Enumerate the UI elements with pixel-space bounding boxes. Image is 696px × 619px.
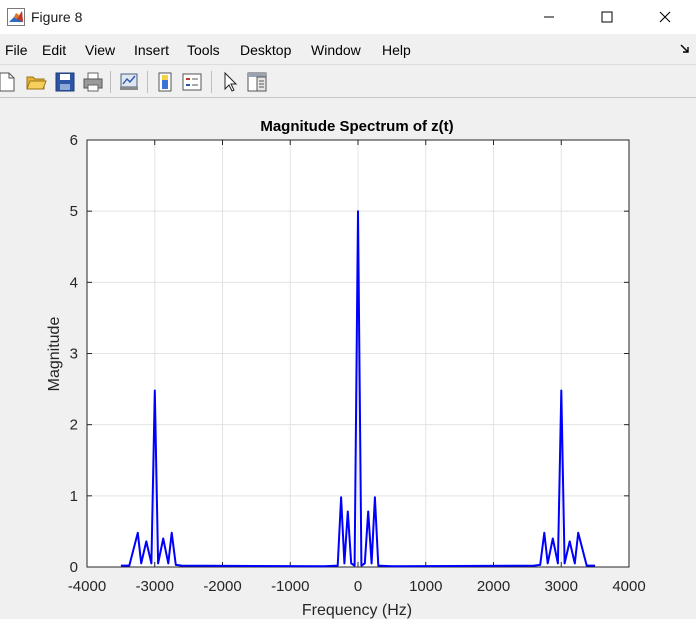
toolbar-separator	[147, 71, 148, 93]
toolbar-separator	[110, 71, 111, 93]
y-tick-label: 4	[70, 274, 78, 291]
x-tick-label: -1000	[271, 578, 309, 595]
menu-bar: File Edit View Insert Tools Desktop Wind…	[0, 36, 696, 64]
menu-window[interactable]: Window	[311, 42, 361, 58]
edit-plot-icon[interactable]	[219, 71, 241, 93]
insert-legend-icon[interactable]	[181, 71, 203, 93]
menu-edit[interactable]: Edit	[42, 42, 66, 58]
toolbar-separator	[211, 71, 212, 93]
y-tick-label: 5	[70, 203, 78, 220]
close-icon	[659, 11, 671, 23]
toolbar	[0, 64, 696, 98]
menu-insert[interactable]: Insert	[134, 42, 169, 58]
figure-canvas: -4000 -3000 -2000 -1000 0 1000 2000 3000 4000 0 1 2…	[0, 98, 696, 619]
window-title: Figure 8	[31, 9, 83, 25]
insert-colorbar-icon[interactable]	[154, 71, 176, 93]
x-tick-label: 1000	[409, 578, 442, 595]
y-tick-label: 3	[70, 346, 78, 363]
title-bar: Figure 8	[0, 0, 696, 34]
y-tick-label: 0	[70, 559, 78, 576]
matlab-logo-icon	[7, 8, 25, 26]
menu-desktop[interactable]: Desktop	[240, 42, 291, 58]
x-tick-label: 3000	[545, 578, 578, 595]
x-tick-label: -3000	[136, 578, 174, 595]
menu-file[interactable]: File	[5, 42, 28, 58]
spectrum-plot[interactable]: -4000 -3000 -2000 -1000 0 1000 2000 3000 4000 0 1 2…	[0, 98, 696, 619]
x-tick-label: 0	[354, 578, 362, 595]
property-inspector-icon[interactable]	[246, 71, 268, 93]
y-axis-label: Magnitude	[46, 317, 63, 392]
dock-arrow-icon[interactable]	[679, 43, 691, 55]
y-tick-label: 1	[70, 488, 78, 505]
x-tick-label: 4000	[612, 578, 645, 595]
x-tick-label: -4000	[68, 578, 106, 595]
new-figure-icon[interactable]	[0, 71, 18, 93]
maximize-icon	[601, 11, 613, 23]
x-tick-label: -2000	[203, 578, 241, 595]
save-icon[interactable]	[54, 71, 76, 93]
chart-title: Magnitude Spectrum of z(t)	[260, 118, 453, 135]
minimize-button[interactable]	[520, 0, 578, 34]
x-axis-label: Frequency (Hz)	[302, 602, 412, 619]
menu-help[interactable]: Help	[382, 42, 411, 58]
y-tick-label: 2	[70, 417, 78, 434]
menu-view[interactable]: View	[85, 42, 115, 58]
print-icon[interactable]	[82, 71, 104, 93]
open-file-icon[interactable]	[25, 71, 47, 93]
maximize-button[interactable]	[578, 0, 636, 34]
menu-tools[interactable]: Tools	[187, 42, 220, 58]
minimize-icon	[544, 16, 554, 18]
close-button[interactable]	[636, 0, 694, 34]
link-plot-icon[interactable]	[118, 71, 140, 93]
y-tick-label: 6	[70, 132, 78, 149]
x-tick-label: 2000	[477, 578, 510, 595]
